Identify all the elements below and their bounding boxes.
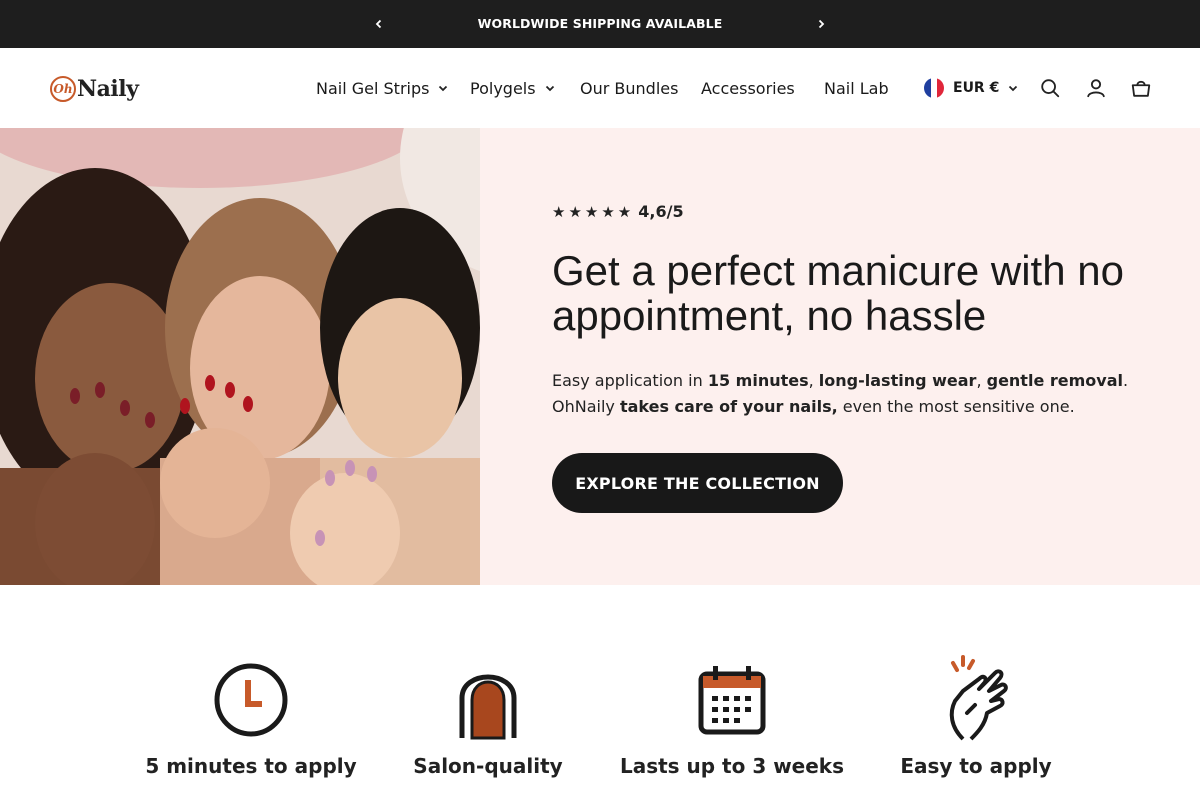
currency-selector[interactable]: EUR € [924, 48, 1018, 128]
chevron-right-icon [818, 19, 825, 29]
currency-label: EUR € [953, 80, 1000, 96]
logo-mark: Oh [50, 76, 76, 102]
nav-item-polygels[interactable]: Polygels [470, 48, 555, 128]
hero-description: Easy application in 15 minutes, long-las… [552, 371, 1129, 416]
announcement-prev-button[interactable] [369, 14, 389, 34]
hand-icon [949, 655, 1008, 741]
feature-label: 5 minutes to apply [145, 754, 357, 778]
announcement-next-button[interactable] [811, 14, 831, 34]
site-header: Oh Naily Nail Gel Strips Polygels Our Bu… [0, 48, 1200, 128]
account-icon [1087, 79, 1105, 98]
rating: ★★★★★ 4,6/5 [552, 202, 684, 221]
search-button[interactable] [1038, 76, 1062, 100]
feature-label: Easy to apply [900, 754, 1052, 778]
cart-icon [1131, 80, 1151, 97]
logo-wordmark: Naily [77, 76, 139, 102]
feature-item: Salon-quality [368, 650, 608, 778]
nav-item-accessories[interactable]: Accessories [701, 48, 795, 128]
nav-item-nail-lab[interactable]: Nail Lab [824, 48, 889, 128]
account-button[interactable] [1084, 76, 1108, 100]
nav-item-our-bundles[interactable]: Our Bundles [580, 48, 678, 128]
hero-headline: Get a perfect manicure with no appointme… [552, 247, 1124, 339]
feature-item: Easy to apply [856, 650, 1096, 778]
clock-icon [214, 663, 288, 737]
hero-image [0, 128, 480, 585]
nail-icon [459, 674, 517, 740]
search-icon [1041, 79, 1060, 98]
cart-button[interactable] [1129, 76, 1153, 100]
chevron-down-icon [438, 83, 448, 93]
chevron-left-icon [375, 19, 382, 29]
feature-label: Salon-quality [413, 754, 563, 778]
feature-label: Lasts up to 3 weeks [619, 754, 845, 778]
announcement-text: WORLDWIDE SHIPPING AVAILABLE [477, 16, 723, 31]
brand-logo[interactable]: Oh Naily [50, 73, 139, 105]
calendar-icon [698, 666, 766, 735]
hero-content: ★★★★★ 4,6/5 Get a perfect manicure with … [480, 128, 1200, 585]
explore-collection-button[interactable]: EXPLORE THE COLLECTION [552, 453, 843, 513]
rating-score: 4,6/5 [638, 202, 684, 221]
france-flag-icon [924, 78, 944, 98]
nav-item-nail-gel-strips[interactable]: Nail Gel Strips [316, 48, 448, 128]
chevron-down-icon [545, 83, 555, 93]
feature-item: 5 minutes to apply [131, 650, 371, 778]
chevron-down-icon [1008, 83, 1018, 93]
feature-item: Lasts up to 3 weeks [612, 650, 852, 778]
announcement-bar: WORLDWIDE SHIPPING AVAILABLE [0, 0, 1200, 48]
star-rating-icon: ★★★★★ [552, 202, 635, 221]
